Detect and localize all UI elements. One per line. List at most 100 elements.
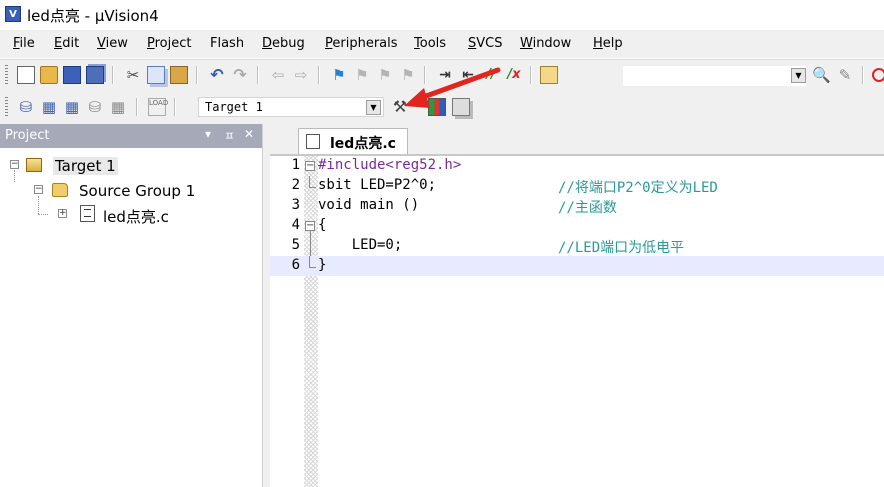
- fold-end-marker: [309, 176, 316, 188]
- pin-icon[interactable]: ㅍ: [224, 127, 235, 144]
- menu-project[interactable]: Project: [147, 36, 192, 51]
- project-panel-title: Project: [5, 128, 50, 143]
- editor-tab-led-c[interactable]: led点亮.c: [298, 128, 408, 154]
- menu-peripherals[interactable]: Peripherals: [325, 36, 398, 51]
- cut-icon[interactable]: ✂: [124, 66, 142, 84]
- menu-file[interactable]: File: [13, 36, 35, 51]
- menu-debug-accel: D: [262, 36, 273, 51]
- find-combo-input[interactable]: ▼: [622, 65, 807, 87]
- menu-flash-label: Flash: [210, 36, 245, 51]
- previous-bookmark-icon[interactable]: ⚑: [353, 66, 371, 84]
- code-text: #include<reg52.h>: [318, 157, 462, 173]
- title-bar: V led点亮 - µVision4: [0, 0, 884, 30]
- stop-build-icon[interactable]: ▦: [109, 98, 127, 116]
- close-icon[interactable]: ✕: [244, 127, 254, 141]
- translate-icon[interactable]: ⛁: [17, 98, 35, 116]
- select-target-dropdown[interactable]: Target 1 ▼: [198, 97, 384, 117]
- fold-collapse-icon[interactable]: −: [305, 161, 315, 171]
- save-icon[interactable]: [63, 66, 81, 84]
- menu-svcs-label: VCS: [476, 36, 503, 51]
- code-line[interactable]: 1 − #include<reg52.h>: [270, 156, 884, 176]
- menu-view[interactable]: View: [97, 36, 128, 51]
- toolbar-separator: [862, 66, 864, 84]
- menu-flash[interactable]: Flash: [210, 36, 244, 51]
- navigate-forward-icon[interactable]: ⇨: [292, 66, 310, 84]
- fold-end-marker: [309, 256, 316, 268]
- undo-icon[interactable]: ↶: [208, 66, 226, 84]
- new-file-icon[interactable]: [17, 66, 35, 84]
- menu-tools-label: ools: [419, 36, 447, 51]
- menu-view-accel: V: [97, 36, 106, 51]
- menu-view-label: iew: [105, 36, 128, 51]
- toolbar-grip[interactable]: [5, 65, 8, 85]
- code-text: }: [318, 257, 327, 273]
- menu-edit-accel: E: [54, 36, 63, 51]
- code-line[interactable]: 3 void main () //主函数: [270, 196, 884, 216]
- folder-icon: [52, 183, 68, 197]
- debug-session-icon[interactable]: [872, 68, 884, 82]
- find-in-files-icon[interactable]: [540, 66, 558, 84]
- batch-build-icon[interactable]: ⛁: [86, 98, 104, 116]
- toolbar-grip[interactable]: [5, 97, 8, 117]
- expand-icon[interactable]: +: [58, 209, 67, 218]
- menu-help[interactable]: Help: [593, 36, 623, 51]
- code-text: sbit LED=P2^0;: [318, 177, 437, 193]
- menu-tools[interactable]: Tools: [414, 36, 446, 51]
- tree-item-target[interactable]: − Target 1: [0, 156, 262, 176]
- line-number: 3: [291, 197, 300, 213]
- rebuild-icon[interactable]: ▦: [63, 98, 81, 116]
- project-panel-header: Project ▾ ㅍ ✕: [0, 124, 262, 148]
- uvision-app-icon: V: [5, 6, 21, 22]
- toolbar-separator: [112, 66, 114, 84]
- redo-icon[interactable]: ↷: [231, 66, 249, 84]
- tree-item-file[interactable]: + led点亮.c: [0, 205, 262, 226]
- navigate-back-icon[interactable]: ⇦: [269, 66, 287, 84]
- code-comment: //LED端口为低电平: [558, 240, 685, 256]
- red-annotation-arrow: [404, 67, 501, 108]
- menu-window-label: indow: [532, 36, 572, 51]
- toolbar-separator: [530, 66, 532, 84]
- fold-collapse-icon[interactable]: −: [305, 221, 315, 231]
- code-comment: //将端口P2^0定义为LED: [558, 180, 718, 196]
- editor-tab-label: led点亮.c: [330, 136, 396, 152]
- save-all-icon[interactable]: [86, 66, 104, 84]
- incremental-find-icon[interactable]: ✎: [836, 66, 854, 84]
- menu-debug[interactable]: Debug: [262, 36, 305, 51]
- menu-file-label: ile: [19, 36, 35, 51]
- open-folder-icon[interactable]: [40, 66, 58, 84]
- next-bookmark-icon[interactable]: ⚑: [376, 66, 394, 84]
- menu-edit[interactable]: Edit: [54, 36, 79, 51]
- tree-label-target: Target 1: [53, 157, 118, 175]
- collapse-icon[interactable]: −: [10, 160, 19, 169]
- menu-help-accel: H: [593, 36, 603, 51]
- download-icon[interactable]: LOAD: [148, 98, 168, 116]
- menu-help-label: elp: [602, 36, 623, 51]
- code-editor[interactable]: 1 − #include<reg52.h> 2 sbit LED=P2^0; /…: [270, 156, 884, 487]
- code-line-current[interactable]: 6 }: [270, 256, 884, 276]
- menu-debug-label: ebug: [272, 36, 305, 51]
- tree-label-file: led点亮.c: [103, 208, 169, 226]
- menu-svcs[interactable]: SVCS: [468, 36, 503, 51]
- menu-peripherals-label: eripherals: [332, 36, 398, 51]
- code-line[interactable]: 5 LED=0; //LED端口为低电平: [270, 236, 884, 256]
- line-number: 5: [291, 237, 300, 253]
- panel-splitter[interactable]: [263, 124, 270, 487]
- chevron-down-icon[interactable]: ▼: [791, 68, 806, 83]
- uncomment-selection-icon[interactable]: /x: [505, 66, 523, 84]
- build-icon[interactable]: ▦: [40, 98, 58, 116]
- code-line[interactable]: 2 sbit LED=P2^0; //将端口P2^0定义为LED: [270, 176, 884, 196]
- target-icon: [26, 158, 42, 172]
- tree-item-source-group[interactable]: − Source Group 1: [0, 181, 262, 201]
- chevron-down-icon[interactable]: ▼: [366, 100, 381, 115]
- code-line[interactable]: 4 − {: [270, 216, 884, 236]
- toolbar-separator: [196, 66, 198, 84]
- paste-icon[interactable]: [170, 66, 188, 84]
- insert-bookmark-icon[interactable]: ⚑: [330, 66, 348, 84]
- find-icon[interactable]: 🔍: [812, 66, 831, 84]
- selected-target-value: Target 1: [205, 100, 263, 114]
- collapse-icon[interactable]: −: [34, 185, 43, 194]
- menu-window[interactable]: Window: [520, 36, 571, 51]
- panel-menu-icon[interactable]: ▾: [205, 127, 211, 141]
- copy-icon[interactable]: [147, 66, 165, 84]
- toolbar-separator: [174, 98, 176, 116]
